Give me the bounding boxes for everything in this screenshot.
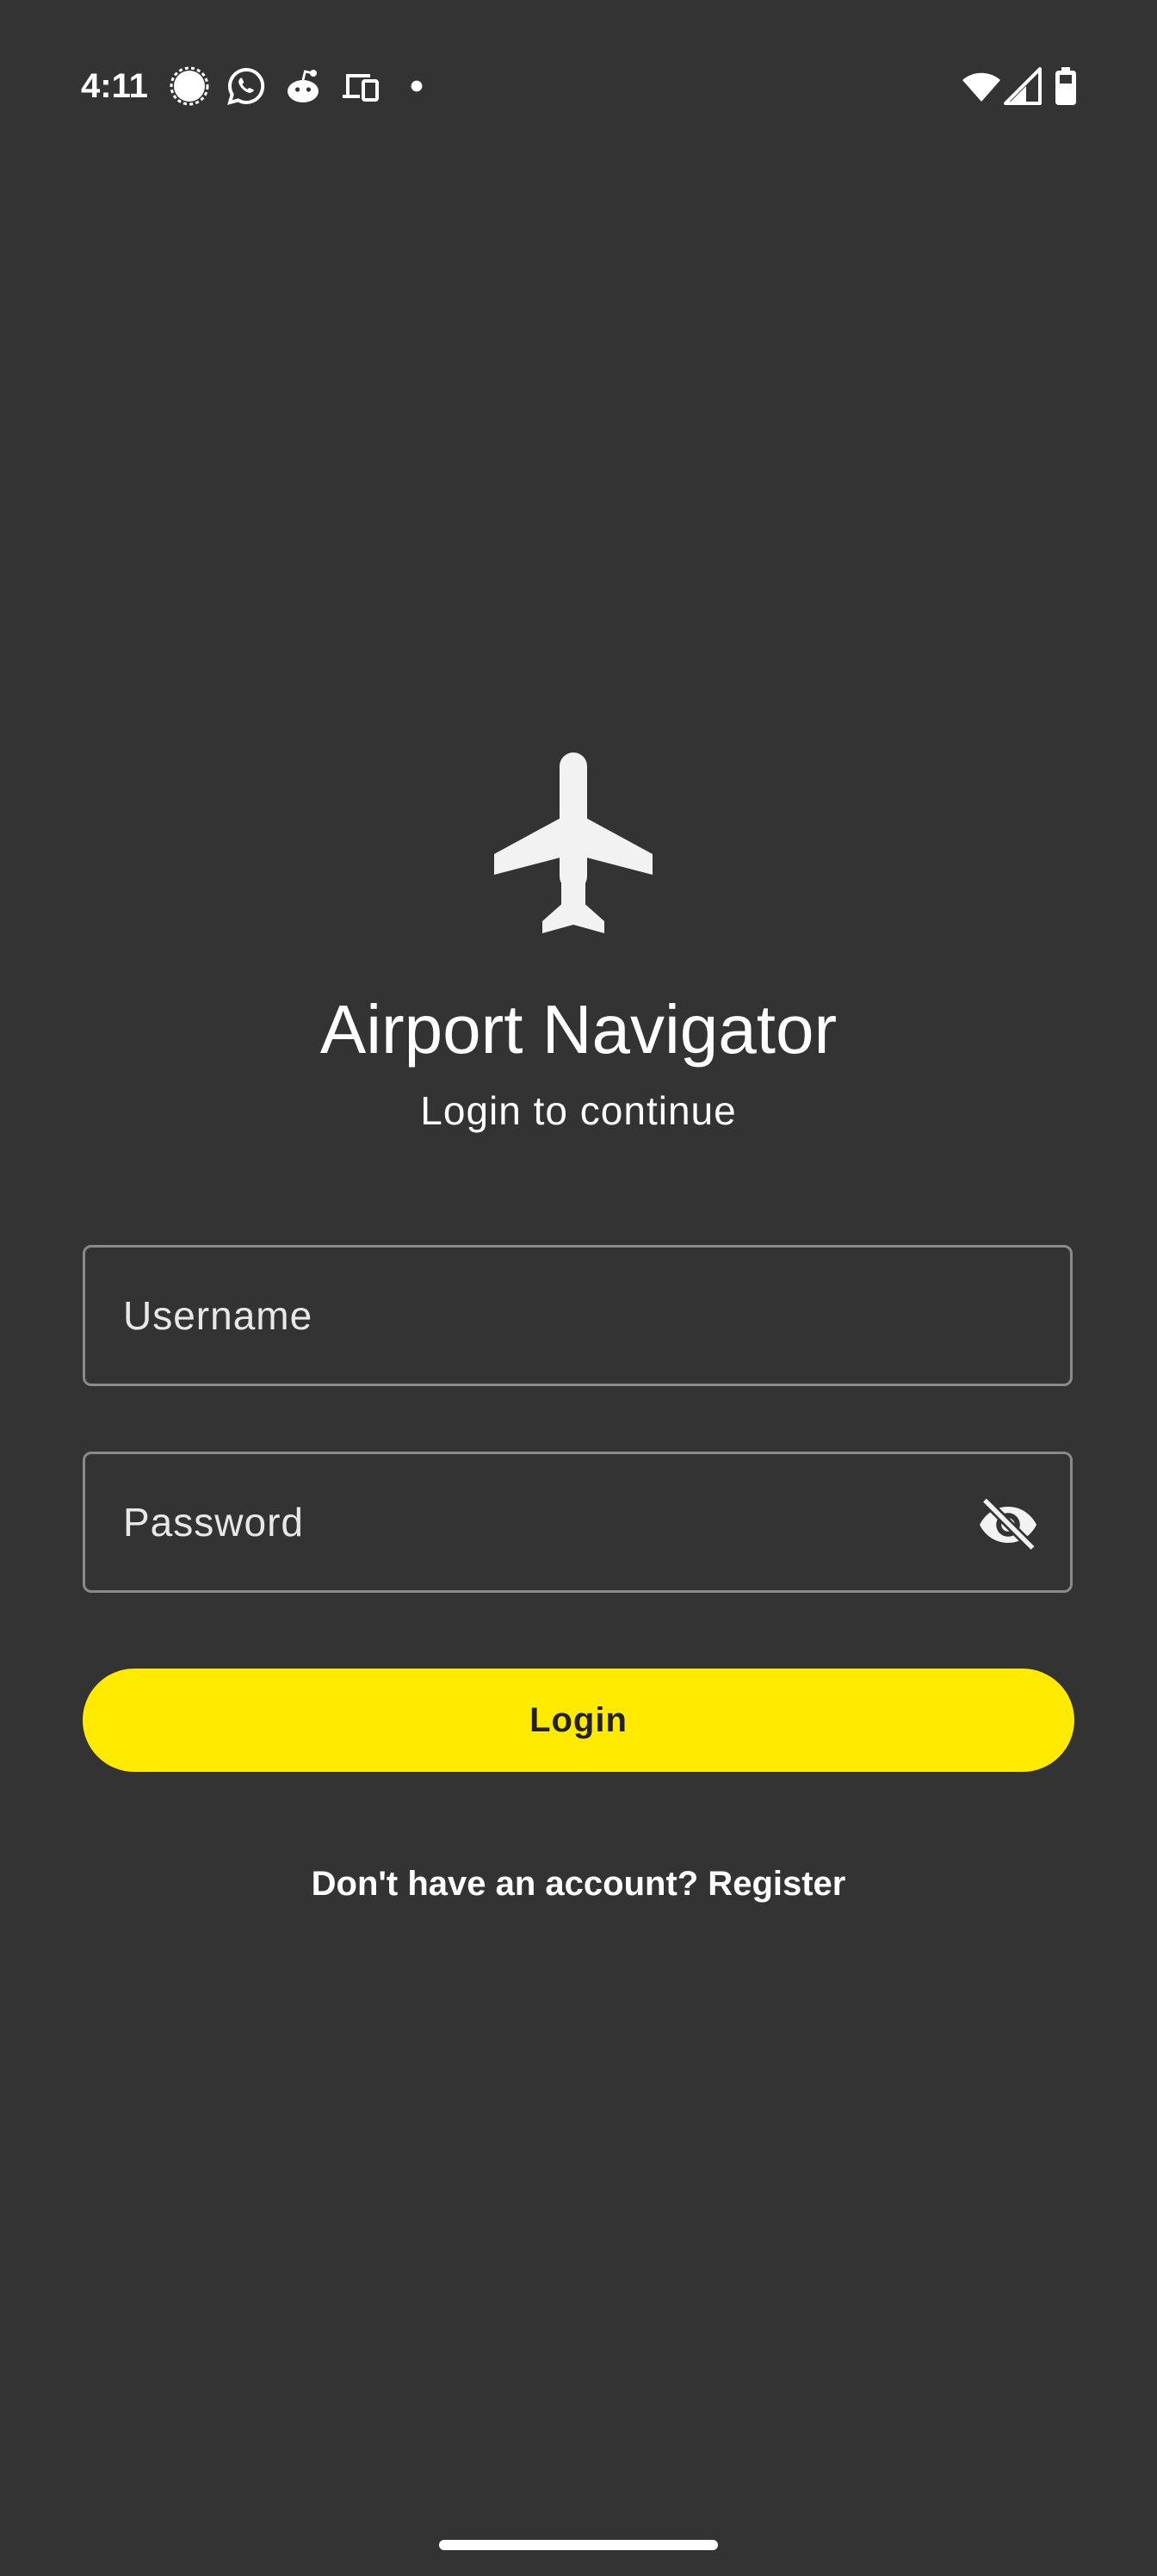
dot-icon bbox=[396, 65, 437, 107]
devices-icon bbox=[339, 65, 381, 107]
username-input[interactable] bbox=[85, 1248, 1070, 1384]
reddit-icon bbox=[282, 65, 324, 107]
gesture-nav-bar[interactable] bbox=[439, 2540, 718, 2550]
password-field[interactable] bbox=[83, 1452, 1073, 1593]
wifi-icon bbox=[961, 65, 1002, 107]
username-field[interactable] bbox=[83, 1245, 1073, 1386]
airplane-icon bbox=[487, 752, 659, 933]
cellular-icon bbox=[1002, 65, 1043, 107]
password-input[interactable] bbox=[85, 1454, 1070, 1590]
status-bar: 4:11 bbox=[0, 0, 1157, 172]
eye-off-icon[interactable] bbox=[977, 1494, 1039, 1556]
signal-app-icon bbox=[169, 65, 210, 107]
app-subtitle: Login to continue bbox=[420, 1088, 737, 1133]
login-button[interactable]: Login bbox=[83, 1669, 1074, 1772]
register-link[interactable]: Don't have an account? Register bbox=[0, 1860, 1157, 1908]
whatsapp-icon bbox=[226, 65, 267, 107]
app-title: Airport Navigator bbox=[319, 991, 838, 1068]
status-time: 4:11 bbox=[81, 67, 148, 105]
battery-icon bbox=[1045, 65, 1086, 107]
